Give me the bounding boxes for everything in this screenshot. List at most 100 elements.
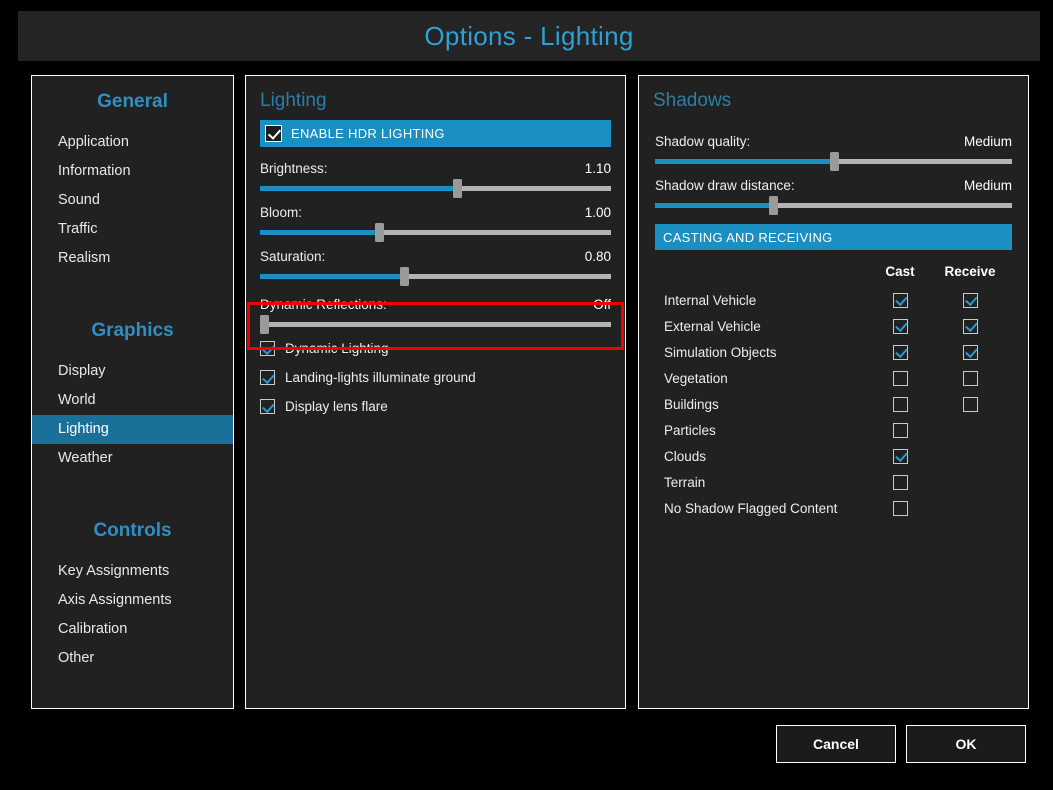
- slider-label-line: Shadow draw distance: Medium: [655, 178, 1012, 193]
- checkbox-icon[interactable]: [265, 125, 282, 142]
- table-header-row: Cast Receive: [655, 264, 1012, 279]
- sidebar-item-information[interactable]: Information: [32, 157, 233, 186]
- cast-cell: [865, 422, 935, 438]
- receive-checkbox-icon[interactable]: [962, 370, 978, 386]
- cast-cell: [865, 292, 935, 308]
- slider-value: 1.10: [584, 161, 611, 176]
- cast-cell: [865, 474, 935, 490]
- sidebar-item-traffic[interactable]: Traffic: [32, 215, 233, 244]
- sidebar-item-key-assignments[interactable]: Key Assignments: [32, 557, 233, 586]
- receive-cell: [935, 370, 1005, 386]
- slider-thumb[interactable]: [399, 267, 409, 286]
- row-label: No Shadow Flagged Content: [664, 500, 838, 516]
- dynamic-reflections-track[interactable]: [260, 315, 611, 334]
- shadows-panel: Shadows Shadow quality: Medium Shadow draw…: [638, 75, 1029, 709]
- slider-label-line: Bloom: 1.00: [260, 205, 611, 220]
- sidebar-item-lighting[interactable]: Lighting: [32, 415, 233, 444]
- slider-fill: [260, 230, 380, 235]
- slider-thumb[interactable]: [829, 152, 839, 171]
- slider-row: Saturation: 0.80: [246, 249, 625, 286]
- row-label: Vegetation: [664, 370, 728, 386]
- cast-cell: [865, 500, 935, 516]
- cast-cell: [865, 318, 935, 334]
- cast-checkbox-icon[interactable]: [892, 344, 908, 360]
- slider-thumb[interactable]: [452, 179, 462, 198]
- sidebar-item-axis-assignments[interactable]: Axis Assignments: [32, 586, 233, 615]
- slider-track[interactable]: [655, 152, 1012, 171]
- slider-row: Brightness: 1.10: [246, 161, 625, 198]
- slider-thumb[interactable]: [768, 196, 778, 215]
- checkbox-icon[interactable]: [260, 399, 275, 414]
- receive-checkbox-icon[interactable]: [962, 292, 978, 308]
- sidebar-item-weather[interactable]: Weather: [32, 444, 233, 473]
- slider-track[interactable]: [655, 196, 1012, 215]
- slider-value: 1.00: [584, 205, 611, 220]
- slider-thumb[interactable]: [375, 223, 385, 242]
- dynamic-reflections-value: Off: [593, 297, 611, 312]
- slider-label-line: Brightness: 1.10: [260, 161, 611, 176]
- table-row: Internal Vehicle: [655, 287, 1012, 313]
- slider-fill: [260, 274, 404, 279]
- slider-fill: [655, 159, 834, 164]
- sidebar-item-calibration[interactable]: Calibration: [32, 615, 233, 644]
- dynamic-reflections-thumb[interactable]: [260, 315, 269, 334]
- slider-track[interactable]: [260, 223, 611, 242]
- row-label: External Vehicle: [664, 318, 761, 334]
- cast-checkbox-icon[interactable]: [892, 396, 908, 412]
- slider-fill: [655, 203, 773, 208]
- table-row: Terrain: [655, 469, 1012, 495]
- checkbox-row[interactable]: Dynamic Lighting: [246, 341, 625, 356]
- cast-cell: [865, 370, 935, 386]
- slider-track[interactable]: [260, 267, 611, 286]
- cast-checkbox-icon[interactable]: [892, 422, 908, 438]
- receive-checkbox-icon[interactable]: [962, 396, 978, 412]
- slider-track[interactable]: [260, 179, 611, 198]
- sidebar-item-display[interactable]: Display: [32, 357, 233, 386]
- cast-checkbox-icon[interactable]: [892, 370, 908, 386]
- checkbox-icon[interactable]: [260, 370, 275, 385]
- sidebar-item-application[interactable]: Application: [32, 128, 233, 157]
- sidebar-group-title-controls: Controls: [93, 520, 172, 541]
- sidebar-group-title-graphics: Graphics: [91, 320, 174, 341]
- cast-checkbox-icon[interactable]: [892, 474, 908, 490]
- enable-hdr-lighting-banner[interactable]: ENABLE HDR LIGHTING: [260, 120, 611, 147]
- slider-value: Medium: [963, 134, 1012, 149]
- cast-cell: [865, 448, 935, 464]
- lighting-panel: Lighting ENABLE HDR LIGHTING Brightness:…: [245, 75, 626, 709]
- cast-checkbox-icon[interactable]: [892, 292, 908, 308]
- receive-checkbox-icon[interactable]: [962, 318, 978, 334]
- lighting-sliders-group: Brightness: 1.10 Bloom: 1.00 Saturation: 0.80…: [246, 161, 625, 334]
- row-label: Clouds: [664, 448, 707, 464]
- checkbox-row[interactable]: Landing-lights illuminate ground: [246, 370, 625, 385]
- cast-checkbox-icon[interactable]: [892, 500, 908, 516]
- sidebar-item-other[interactable]: Other: [32, 644, 233, 673]
- row-label: Buildings: [664, 396, 719, 412]
- slider-fill: [260, 186, 457, 191]
- sidebar-item-world[interactable]: World: [32, 386, 233, 415]
- slider-value: Medium: [963, 178, 1012, 193]
- table-row: No Shadow Flagged Content: [655, 495, 1012, 521]
- cast-checkbox-icon[interactable]: [892, 448, 908, 464]
- row-label: Particles: [664, 422, 716, 438]
- enable-hdr-lighting-label: ENABLE HDR LIGHTING: [291, 126, 445, 141]
- table-row: Clouds: [655, 443, 1012, 469]
- table-row: Particles: [655, 417, 1012, 443]
- sidebar-group-title-general: General: [97, 91, 168, 112]
- slider-label: Bloom:: [260, 205, 303, 220]
- slider-label: Shadow quality:: [655, 134, 751, 149]
- slider-label: Shadow draw distance:: [655, 178, 795, 193]
- checkbox-row[interactable]: Display lens flare: [246, 399, 625, 414]
- sidebar-item-sound[interactable]: Sound: [32, 186, 233, 215]
- cancel-button[interactable]: Cancel: [776, 725, 896, 763]
- receive-cell: [935, 344, 1005, 360]
- sidebar-item-realism[interactable]: Realism: [32, 244, 233, 273]
- cast-checkbox-icon[interactable]: [892, 318, 908, 334]
- ok-button[interactable]: OK: [906, 725, 1026, 763]
- casting-receiving-table: Cast Receive Internal Vehicle External Vehi…: [639, 264, 1028, 521]
- settings-sidebar: General Application Information Sound Traffi…: [31, 75, 234, 709]
- receive-checkbox-icon[interactable]: [962, 344, 978, 360]
- slider-row: Shadow draw distance: Medium: [639, 178, 1028, 215]
- checkbox-icon[interactable]: [260, 341, 275, 356]
